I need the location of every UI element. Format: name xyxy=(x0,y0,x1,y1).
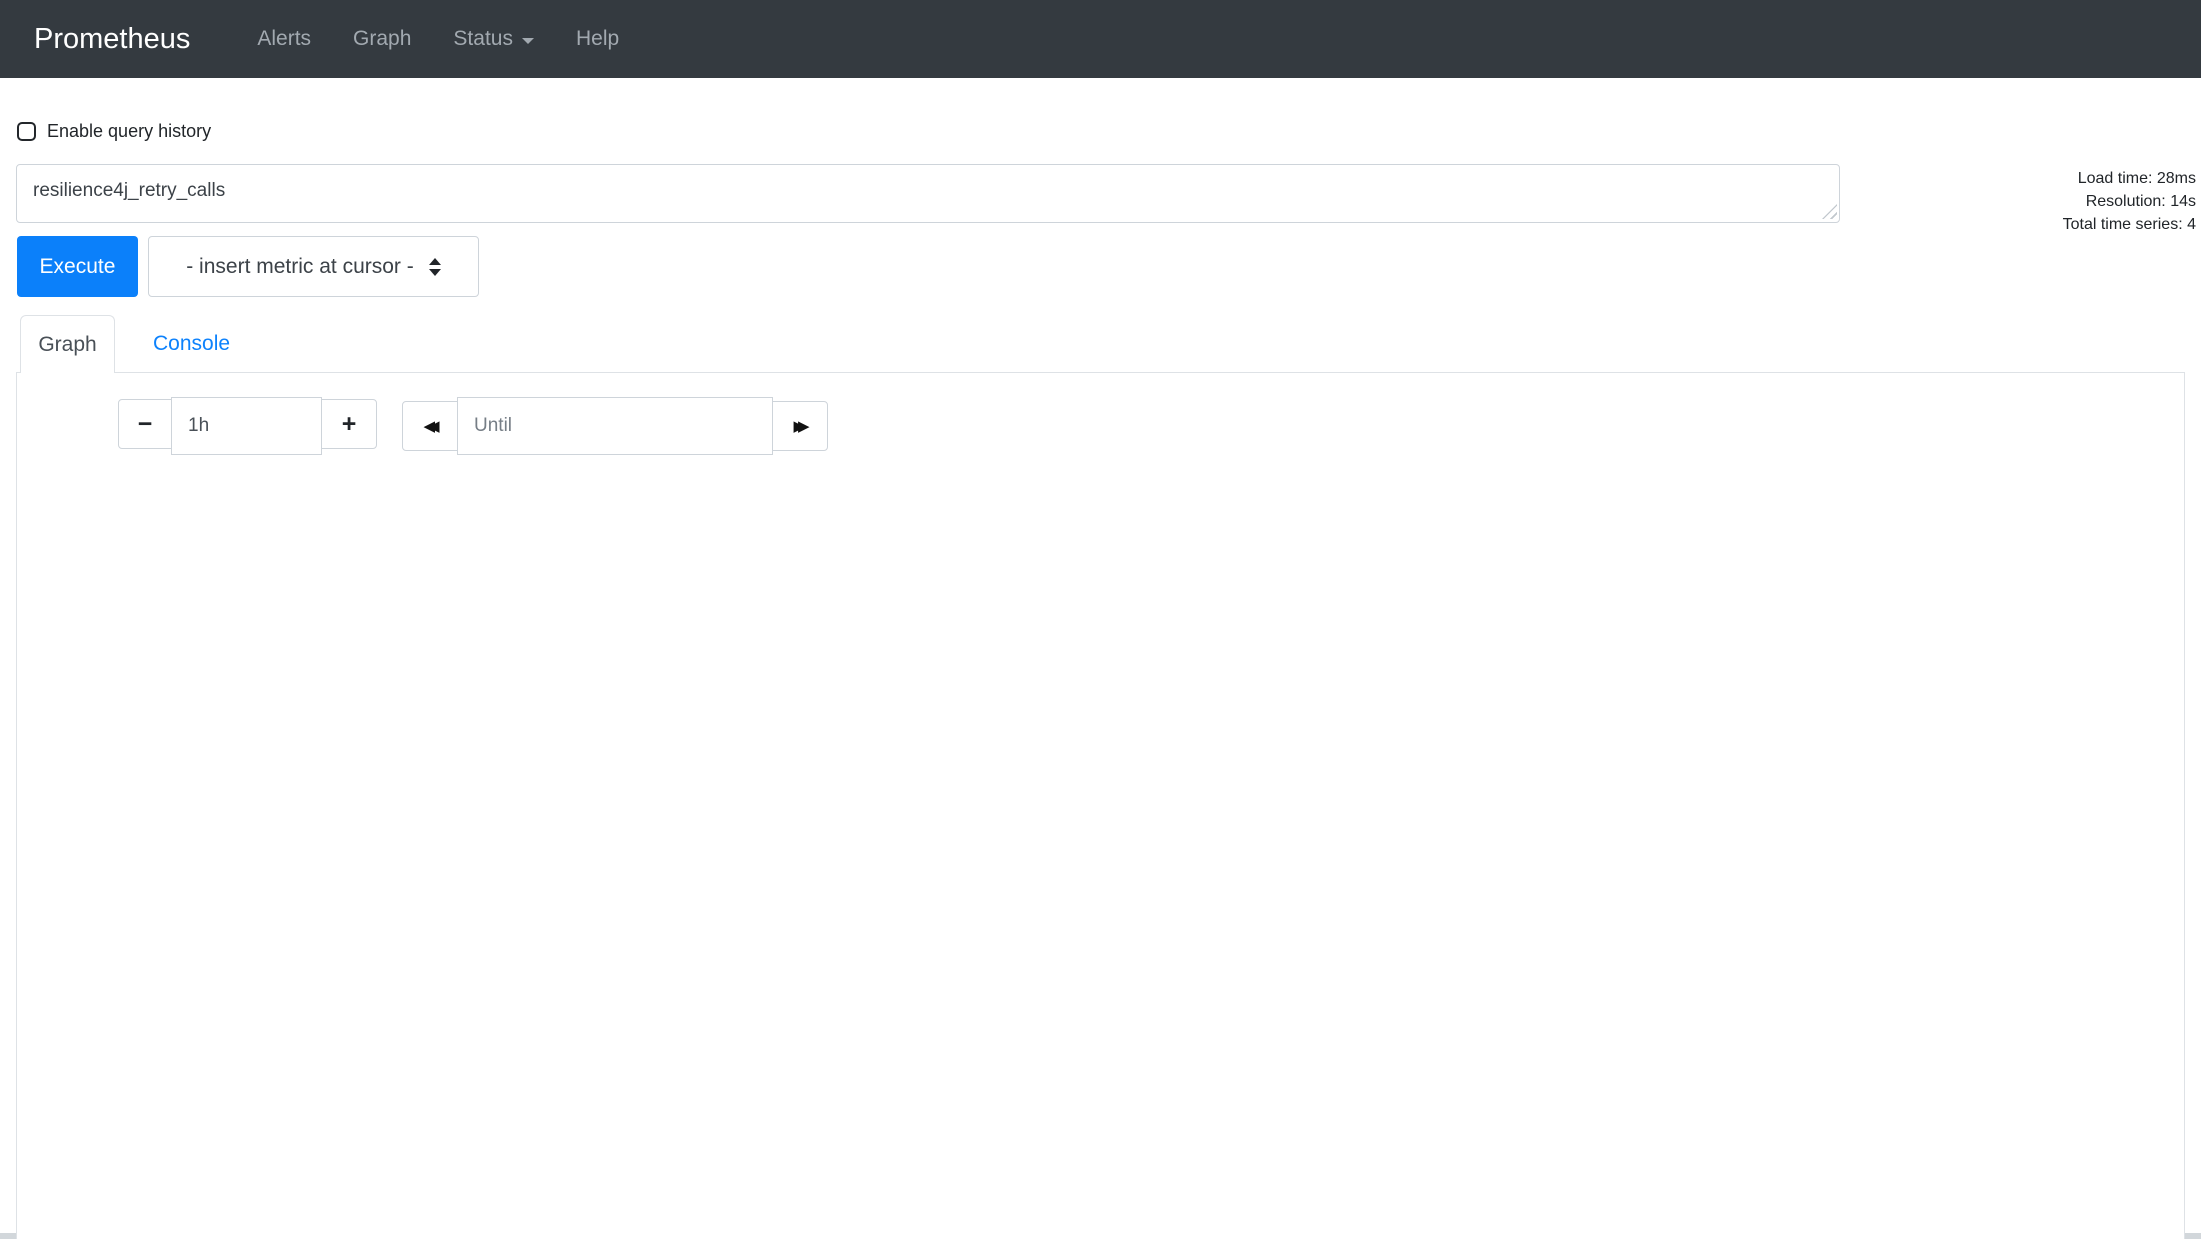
range-input[interactable] xyxy=(171,397,322,455)
query-stats: Load time: 28ms Resolution: 14s Total ti… xyxy=(2063,167,2196,236)
nav-alerts[interactable]: Alerts xyxy=(242,27,326,51)
query-history-row: Enable query history xyxy=(17,121,211,142)
forward-icon: ▶▶ xyxy=(797,417,802,435)
tab-console[interactable]: Console xyxy=(130,315,253,372)
forward-button[interactable]: ▶▶ xyxy=(772,401,828,451)
query-history-label: Enable query history xyxy=(47,121,211,142)
rewind-button[interactable]: ◀◀ xyxy=(402,401,458,451)
brand-link[interactable]: Prometheus xyxy=(34,23,190,56)
resolution: Resolution: 14s xyxy=(2063,190,2196,213)
range-increase-button[interactable]: + xyxy=(321,399,377,449)
until-input[interactable] xyxy=(457,397,773,455)
rewind-icon: ◀◀ xyxy=(427,417,432,435)
query-history-checkbox[interactable] xyxy=(17,122,36,141)
expression-input[interactable]: resilience4j_retry_calls xyxy=(16,164,1840,223)
total-time-series: Total time series: 4 xyxy=(2063,213,2196,236)
nav-help[interactable]: Help xyxy=(561,27,634,51)
tab-graph[interactable]: Graph xyxy=(20,315,115,373)
nav-status-dropdown[interactable]: Status xyxy=(438,27,549,51)
select-arrows-icon xyxy=(429,258,441,276)
load-time: Load time: 28ms xyxy=(2063,167,2196,190)
graph-panel xyxy=(16,372,2185,1239)
insert-metric-dropdown[interactable]: - insert metric at cursor - xyxy=(148,236,479,297)
navbar: Prometheus Alerts Graph Status Help xyxy=(0,0,2201,78)
execute-button[interactable]: Execute xyxy=(17,236,138,297)
nav-graph[interactable]: Graph xyxy=(338,27,426,51)
chevron-down-icon xyxy=(522,38,534,44)
range-decrease-button[interactable]: − xyxy=(118,399,172,449)
